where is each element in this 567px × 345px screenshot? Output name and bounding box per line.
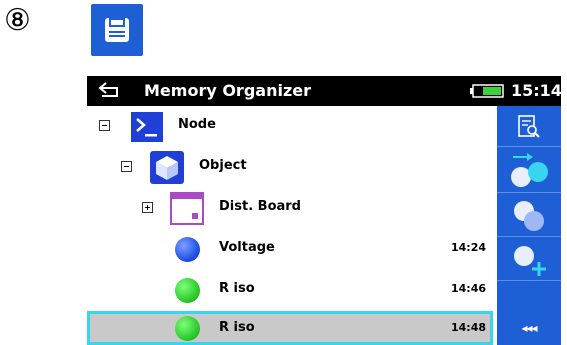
page-title: Memory Organizer (144, 81, 311, 100)
clone-icon (514, 201, 544, 231)
tree-item-label: Object (199, 158, 247, 173)
test-time: 14:48 (451, 321, 487, 334)
instrument-screen: Memory Organizer 15:14 Node Object Dist.… (87, 76, 562, 345)
add-test-icon (514, 246, 546, 276)
tree-item-node[interactable]: Node (87, 106, 493, 147)
step-number: ⑧ (4, 3, 31, 38)
object-cube-icon (150, 151, 184, 184)
view-results-icon (518, 115, 540, 138)
title-bar: Memory Organizer 15:14 (87, 76, 562, 106)
collapse-icon[interactable] (121, 161, 132, 172)
tree-item-label: R iso (219, 320, 255, 335)
clock: 15:14 (511, 81, 562, 100)
save-icon (105, 18, 129, 42)
test-time: 14:46 (451, 282, 487, 295)
tree-item-voltage[interactable]: Voltage 14:24 (87, 229, 493, 270)
more-chevrons-icon[interactable]: ◂◂◂ (497, 311, 561, 345)
view-results-button[interactable] (497, 106, 561, 147)
tree-item-r-iso-selected[interactable]: R iso 14:48 (87, 311, 493, 345)
tree-item-label: R iso (219, 281, 255, 296)
tree-item-label: Voltage (219, 240, 275, 255)
node-icon (131, 112, 163, 142)
tree-item-label: Node (178, 117, 216, 132)
green-result-dot-icon (175, 316, 200, 341)
blue-result-dot-icon (175, 237, 200, 262)
move-test-button[interactable] (497, 147, 561, 193)
add-test-button[interactable] (497, 237, 561, 281)
expand-icon[interactable] (142, 202, 153, 213)
tree-item-object[interactable]: Object (87, 147, 493, 188)
move-test-icon (511, 153, 548, 187)
green-result-dot-icon (175, 278, 200, 303)
distribution-board-icon (170, 192, 204, 225)
save-button[interactable] (91, 4, 143, 56)
memory-tree: Node Object Dist. Board Voltage 14:24 R … (87, 106, 493, 345)
tree-item-dist-board[interactable]: Dist. Board (87, 188, 493, 229)
collapse-icon[interactable] (99, 120, 110, 131)
sidebar: ◂◂◂ (497, 106, 561, 345)
tree-item-label: Dist. Board (219, 199, 301, 214)
tree-item-r-iso[interactable]: R iso 14:46 (87, 270, 493, 311)
clone-button[interactable] (497, 193, 561, 237)
back-arrow-icon[interactable] (97, 79, 123, 101)
battery-icon (470, 84, 504, 98)
test-time: 14:24 (451, 241, 487, 254)
